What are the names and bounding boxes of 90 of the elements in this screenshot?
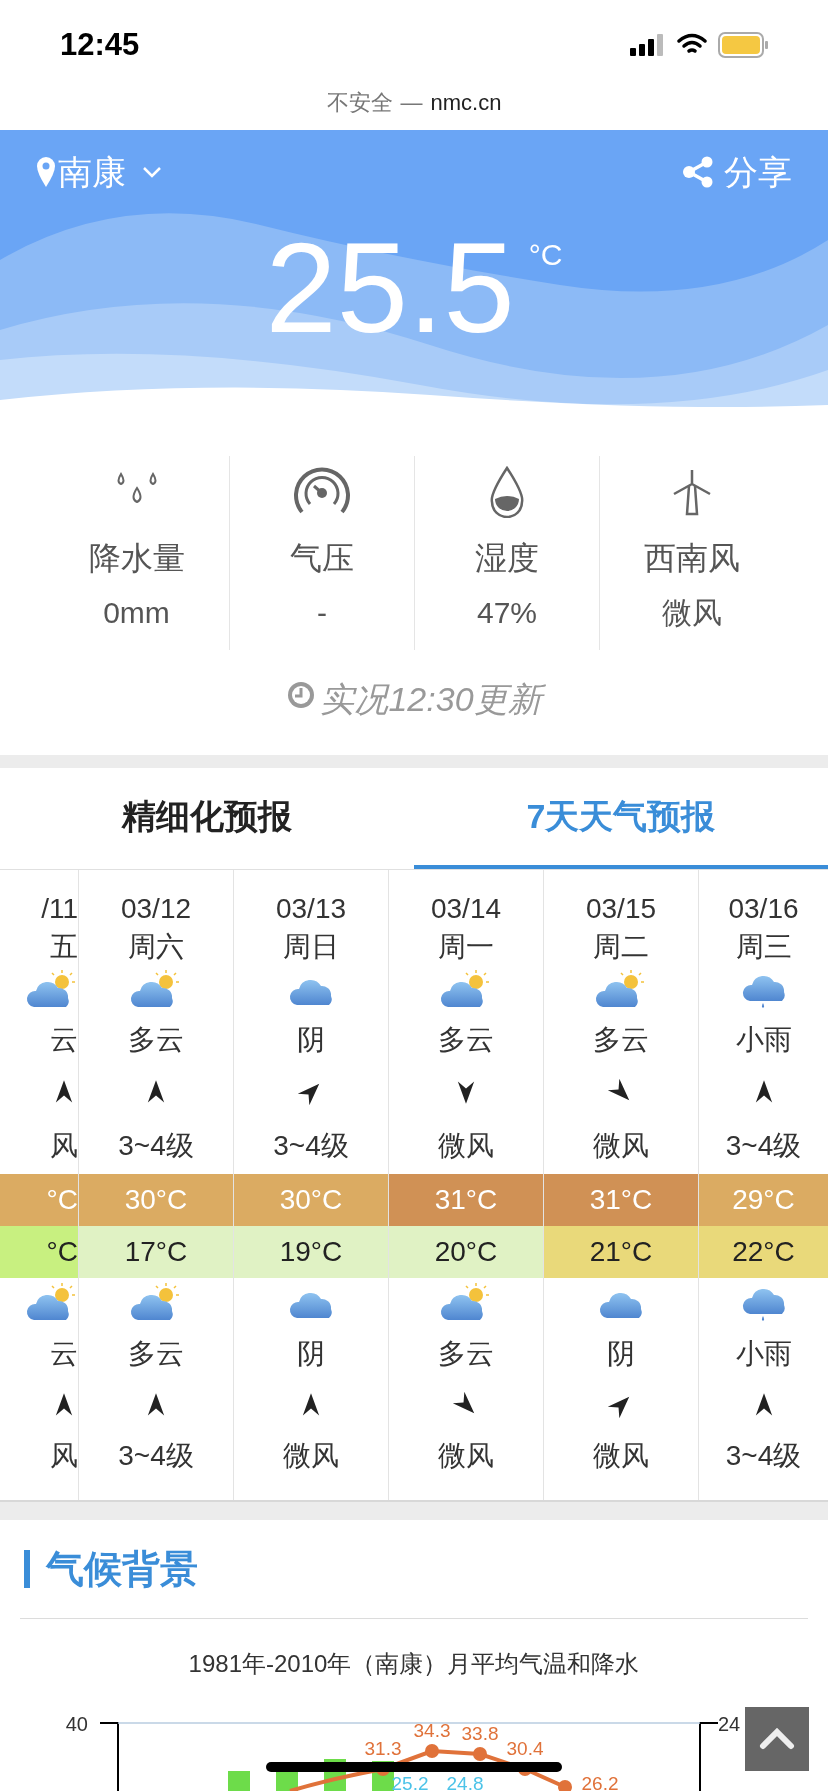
data-label: 33.8 <box>461 1723 499 1744</box>
high-temperature: °C <box>0 1174 78 1226</box>
day-weather: 云 <box>50 1026 78 1054</box>
forecast-date: 03/15 <box>585 895 657 923</box>
low-temperature: 20°C <box>389 1226 543 1278</box>
clock-icon <box>286 680 317 710</box>
chart-title: 1981年-2010年（南康）月平均气温和降水 <box>188 1649 640 1679</box>
night-weather: 云 <box>50 1340 78 1368</box>
forecast-weekday: 五 <box>50 933 78 961</box>
data-label: 24.8 <box>446 1773 484 1791</box>
night-wind: 3~4级 <box>725 1442 802 1470</box>
data-label: 34.3 <box>413 1720 451 1741</box>
night-weather: 多云 <box>438 1340 494 1368</box>
left-axis <box>99 1722 119 1791</box>
data-point <box>473 1747 487 1761</box>
high-temperature: 29°C <box>699 1174 828 1226</box>
data-label: 31.3 <box>364 1738 402 1759</box>
precipitation-bar <box>228 1771 250 1791</box>
observation-label: 湿度 <box>475 539 539 578</box>
day-weather: 多云 <box>438 1026 494 1054</box>
night-wind: 3~4级 <box>118 1442 194 1470</box>
observation-value: - <box>317 595 327 631</box>
observation-value: 0mm <box>103 595 170 631</box>
forecast-weekday: 周三 <box>735 933 792 961</box>
data-label: 30.4 <box>506 1738 544 1759</box>
right-axis <box>699 1722 719 1791</box>
data-point <box>558 1780 572 1791</box>
observation-label: 西南风 <box>644 539 740 578</box>
chevron-down-icon <box>142 166 162 178</box>
observation-label: 降水量 <box>88 539 185 578</box>
night-wind: 风 <box>50 1442 78 1470</box>
night-weather: 小雨 <box>735 1340 792 1368</box>
high-temperature: 30°C <box>234 1174 388 1226</box>
forecast-tab[interactable]: 7天天气预报 <box>414 768 828 869</box>
forecast-weekday: 周日 <box>283 933 339 961</box>
share-icon <box>682 156 714 188</box>
day-weather: 小雨 <box>735 1026 792 1054</box>
current-temperature: 25.5 <box>265 224 515 352</box>
observation-label: 气压 <box>290 539 354 578</box>
security-label: 不安全 <box>326 89 393 117</box>
day-wind: 微风 <box>438 1132 494 1160</box>
day-wind: 3~4级 <box>118 1132 194 1160</box>
low-temperature: °C <box>0 1226 78 1278</box>
temperature-unit: °C <box>528 237 563 273</box>
day-wind: 3~4级 <box>725 1132 802 1160</box>
scroll-to-top-button[interactable] <box>745 1707 809 1771</box>
forecast-date: 03/13 <box>275 895 347 923</box>
battery-icon <box>718 32 768 58</box>
location-pin-icon <box>36 156 56 188</box>
night-weather: 多云 <box>128 1340 184 1368</box>
axis-label: 40 <box>65 1713 88 1735</box>
separator: — <box>400 89 423 117</box>
location-selector[interactable]: 南康 <box>36 146 162 198</box>
day-weather: 多云 <box>128 1026 184 1054</box>
low-temperature: 17°C <box>79 1226 233 1278</box>
high-temperature: 31°C <box>389 1174 543 1226</box>
forecast-weekday: 周二 <box>593 933 649 961</box>
day-weather: 阴 <box>297 1026 325 1054</box>
forecast-date: 03/12 <box>120 895 192 923</box>
high-temperature: 30°C <box>79 1174 233 1226</box>
signal-icon <box>630 34 666 56</box>
data-point <box>425 1744 439 1758</box>
night-weather: 阴 <box>297 1340 325 1368</box>
section-title: 气候背景 <box>46 1546 198 1592</box>
night-wind: 微风 <box>438 1442 494 1470</box>
low-temperature: 21°C <box>544 1226 698 1278</box>
chevron-up-icon <box>759 1728 795 1750</box>
observation-value: 47% <box>476 595 537 631</box>
forecast-weekday: 周六 <box>128 933 184 961</box>
forecast-date: 03/16 <box>728 895 799 923</box>
day-wind: 3~4级 <box>273 1132 349 1160</box>
day-wind: 风 <box>50 1132 78 1160</box>
status-time: 12:45 <box>60 25 140 64</box>
day-weather: 多云 <box>593 1026 649 1054</box>
share-button[interactable]: 分享 <box>682 146 792 198</box>
night-wind: 微风 <box>593 1442 649 1470</box>
forecast-tab[interactable]: 精细化预报 <box>0 768 414 869</box>
forecast-date: /11 <box>41 895 78 923</box>
low-temperature: 19°C <box>234 1226 388 1278</box>
observation-value: 微风 <box>662 595 722 631</box>
axis-label: 24 <box>718 1713 741 1735</box>
night-wind: 微风 <box>283 1442 339 1470</box>
forecast-date: 03/14 <box>430 895 502 923</box>
domain-label: nmc.cn <box>430 89 502 117</box>
night-weather: 阴 <box>607 1340 635 1368</box>
day-wind: 微风 <box>593 1132 649 1160</box>
high-temperature: 31°C <box>544 1174 698 1226</box>
data-label: 26.2 <box>581 1773 619 1791</box>
forecast-weekday: 周一 <box>438 933 494 961</box>
low-temperature: 22°C <box>699 1226 828 1278</box>
